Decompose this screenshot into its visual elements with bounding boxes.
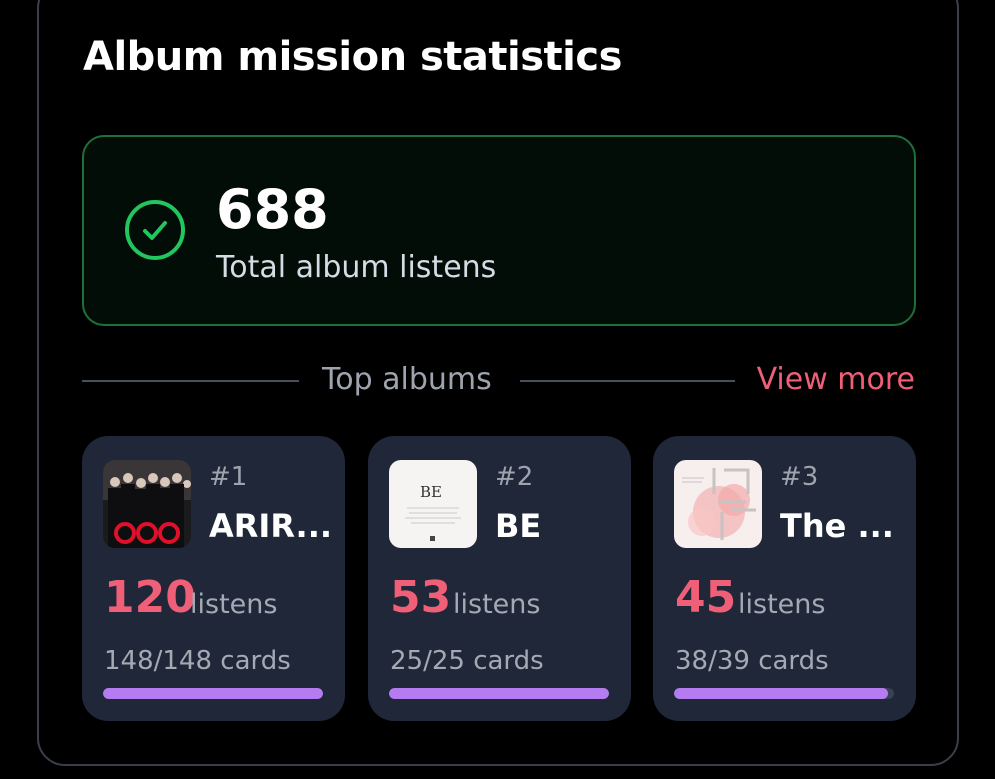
album-progress-fill <box>389 688 609 699</box>
album-cover-image <box>674 460 762 548</box>
view-more-link[interactable]: View more <box>757 362 915 397</box>
album-cards-count: 148/148 cards <box>104 646 291 676</box>
album-progress-bar <box>103 688 323 699</box>
album-cards-count: 38/39 cards <box>675 646 829 676</box>
total-listens-label: Total album listens <box>216 250 497 285</box>
album-rank: #3 <box>780 462 819 492</box>
album-rank: #1 <box>209 462 248 492</box>
svg-text:BE: BE <box>420 483 442 501</box>
album-progress-fill <box>103 688 323 699</box>
album-card[interactable]: #1 ARIR... 120 listens 148/148 cards <box>82 436 345 721</box>
section-divider-right <box>520 380 735 382</box>
album-listens-count: 120 <box>104 572 196 623</box>
top-albums-label: Top albums <box>322 362 492 397</box>
check-circle-icon <box>125 200 185 260</box>
album-progress-bar <box>674 688 894 699</box>
album-name: The ... <box>780 507 894 545</box>
album-progress-fill <box>674 688 889 699</box>
total-listens-box <box>82 135 916 326</box>
album-listens-count: 45 <box>675 572 737 623</box>
album-listens-label: listens <box>453 589 541 620</box>
album-cards-count: 25/25 cards <box>390 646 544 676</box>
album-listens-count: 53 <box>390 572 452 623</box>
panel-title: Album mission statistics <box>83 34 622 80</box>
album-listens-label: listens <box>738 589 826 620</box>
album-cover-image: BE <box>389 460 477 548</box>
album-cover-image <box>103 460 191 548</box>
section-divider-left <box>82 380 299 382</box>
album-name: BE <box>495 507 542 545</box>
album-listens-label: listens <box>190 589 278 620</box>
album-name: ARIR... <box>209 507 333 545</box>
album-rank: #2 <box>495 462 534 492</box>
album-progress-bar <box>389 688 609 699</box>
album-card[interactable]: BE #2 BE 53 listens 25/25 cards <box>368 436 631 721</box>
total-listens-value: 688 <box>216 178 329 241</box>
album-card[interactable]: #3 The ... 45 listens 38/39 cards <box>653 436 916 721</box>
